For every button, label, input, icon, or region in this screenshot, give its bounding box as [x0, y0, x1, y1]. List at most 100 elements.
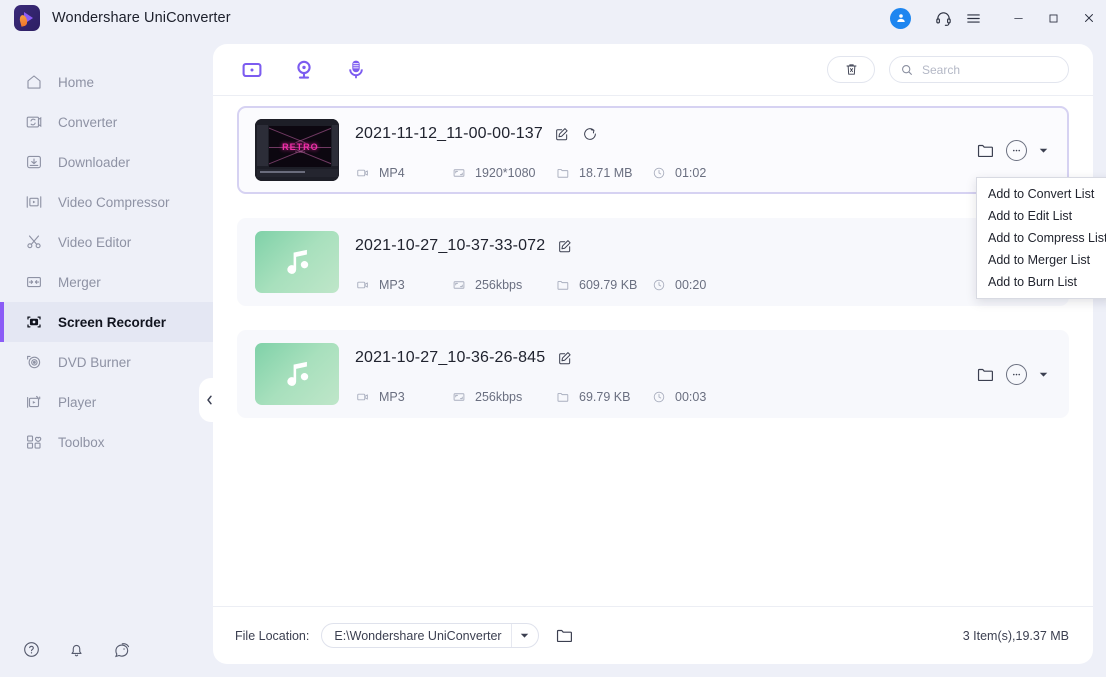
resolution-icon — [451, 277, 466, 292]
sidebar-item-label: Merger — [58, 274, 101, 290]
row-actions — [974, 363, 1049, 385]
file-meta: MP3 256kbps — [355, 389, 974, 404]
sidebar-item-label: Converter — [58, 114, 118, 130]
sidebar-item-dvd-burner[interactable]: DVD Burner — [0, 342, 213, 382]
sidebar-item-merger[interactable]: Merger — [0, 262, 213, 302]
meta-duration: 00:03 — [651, 389, 706, 404]
headset-icon[interactable] — [928, 0, 958, 36]
table-row[interactable]: 2021-10-27_10-37-33-072 MP3 256kbps 609.… — [237, 218, 1069, 306]
menu-item-add-to-merger-list[interactable]: Add to Merger List — [977, 249, 1106, 271]
table-row[interactable]: 2021-10-27_10-36-26-845 MP3 256kbps 69.7… — [237, 330, 1069, 418]
sidebar-item-video-compressor[interactable]: Video Compressor — [0, 182, 213, 222]
sidebar-item-video-editor[interactable]: Video Editor — [0, 222, 213, 262]
meta-format: MP4 — [355, 165, 451, 180]
screen-record-icon[interactable] — [239, 57, 265, 83]
search-box[interactable] — [889, 56, 1069, 83]
account-avatar[interactable] — [890, 7, 911, 29]
webcam-icon[interactable] — [291, 57, 317, 83]
file-thumbnail — [255, 343, 339, 405]
minimize-icon[interactable] — [1001, 0, 1036, 36]
sidebar: Home Converter Downloader Video Compress… — [0, 36, 219, 677]
disc-icon — [24, 352, 44, 372]
hamburger-menu-icon[interactable] — [958, 0, 988, 36]
sidebar-item-converter[interactable]: Converter — [0, 102, 213, 142]
meta-resolution-value: 256kbps — [475, 277, 523, 292]
meta-size-value: 69.79 KB — [579, 389, 631, 404]
toolbar-right — [827, 56, 1069, 83]
screen-recorder-icon — [24, 312, 44, 332]
meta-format-value: MP3 — [379, 389, 405, 404]
edit-icon[interactable] — [556, 238, 573, 255]
chevron-down-icon[interactable] — [1037, 147, 1049, 154]
close-icon[interactable] — [1071, 0, 1106, 36]
microphone-icon[interactable] — [343, 57, 369, 83]
sidebar-nav: Home Converter Downloader Video Compress… — [0, 36, 213, 462]
meta-format-value: MP4 — [379, 165, 405, 180]
help-icon[interactable] — [22, 640, 41, 659]
title-bar: Wondershare UniConverter — [0, 0, 1106, 36]
search-input[interactable] — [922, 62, 1058, 77]
bottom-bar: File Location: E:\Wondershare UniConvert… — [213, 606, 1093, 664]
chevron-down-icon[interactable] — [1037, 371, 1049, 378]
file-location-select[interactable]: E:\Wondershare UniConverter — [321, 623, 539, 648]
recorder-toolbar — [213, 44, 1093, 96]
meta-size: 18.71 MB — [555, 165, 651, 180]
meta-size-value: 18.71 MB — [579, 165, 633, 180]
meta-format: MP3 — [355, 389, 451, 404]
rerecord-icon[interactable] — [582, 126, 599, 143]
app-title: Wondershare UniConverter — [52, 10, 231, 26]
resolution-icon — [451, 389, 466, 404]
maximize-icon[interactable] — [1036, 0, 1071, 36]
sidebar-item-label: Video Editor — [58, 234, 132, 250]
meta-format-value: MP3 — [379, 277, 405, 292]
meta-duration: 01:02 — [651, 165, 706, 180]
more-actions-button[interactable] — [1006, 139, 1027, 161]
file-thumbnail — [255, 231, 339, 293]
sidebar-item-label: Video Compressor — [58, 194, 170, 210]
edit-icon[interactable] — [556, 350, 573, 367]
chevron-down-icon[interactable] — [510, 624, 538, 647]
search-icon — [900, 63, 914, 77]
file-name: 2021-11-12_11-00-00-137 — [355, 125, 543, 142]
file-name: 2021-10-27_10-36-26-845 — [355, 349, 546, 366]
thumbnail-subtext: Video — [295, 150, 306, 155]
open-folder-icon[interactable] — [974, 139, 996, 161]
video-format-icon — [355, 277, 370, 292]
sidebar-item-home[interactable]: Home — [0, 62, 213, 102]
more-actions-button[interactable] — [1006, 363, 1027, 385]
sidebar-item-toolbox[interactable]: Toolbox — [0, 422, 213, 462]
meta-duration-value: 01:02 — [675, 165, 707, 180]
sidebar-item-downloader[interactable]: Downloader — [0, 142, 213, 182]
feedback-icon[interactable] — [112, 640, 131, 659]
folder-icon — [555, 165, 570, 180]
sidebar-item-label: Toolbox — [58, 434, 105, 450]
menu-item-add-to-burn-list[interactable]: Add to Burn List — [977, 271, 1106, 293]
window-controls — [890, 0, 1106, 36]
meta-size-value: 609.79 KB — [579, 277, 638, 292]
video-format-icon — [355, 389, 370, 404]
clock-icon — [651, 277, 666, 292]
browse-folder-button[interactable] — [555, 626, 574, 645]
file-name-row: 2021-10-27_10-36-26-845 — [355, 344, 974, 372]
bell-icon[interactable] — [67, 640, 86, 659]
status-summary: 3 Item(s),19.37 MB — [962, 628, 1069, 643]
file-location-label: File Location: — [235, 628, 310, 643]
toolbox-icon — [24, 432, 44, 452]
converter-icon — [24, 112, 44, 132]
meta-resolution-value: 256kbps — [475, 389, 523, 404]
delete-button[interactable] — [827, 56, 875, 83]
sidebar-item-player[interactable]: Player — [0, 382, 213, 422]
app-logo-icon — [14, 5, 40, 31]
recorder-mode-buttons — [239, 57, 369, 83]
row-actions — [974, 139, 1049, 161]
menu-item-add-to-compress-list[interactable]: Add to Compress List — [977, 227, 1106, 249]
main-panel: RETRO Video 2021-11-12_11-00-00-137 — [213, 44, 1093, 664]
sidebar-item-screen-recorder[interactable]: Screen Recorder — [0, 302, 213, 342]
clock-icon — [651, 165, 666, 180]
context-menu[interactable]: Add to Convert List Add to Edit List Add… — [976, 177, 1106, 299]
menu-item-add-to-convert-list[interactable]: Add to Convert List — [977, 183, 1106, 205]
table-row[interactable]: RETRO Video 2021-11-12_11-00-00-137 MP4 … — [237, 106, 1069, 194]
open-folder-icon[interactable] — [974, 363, 996, 385]
edit-icon[interactable] — [554, 126, 571, 143]
menu-item-add-to-edit-list[interactable]: Add to Edit List — [977, 205, 1106, 227]
